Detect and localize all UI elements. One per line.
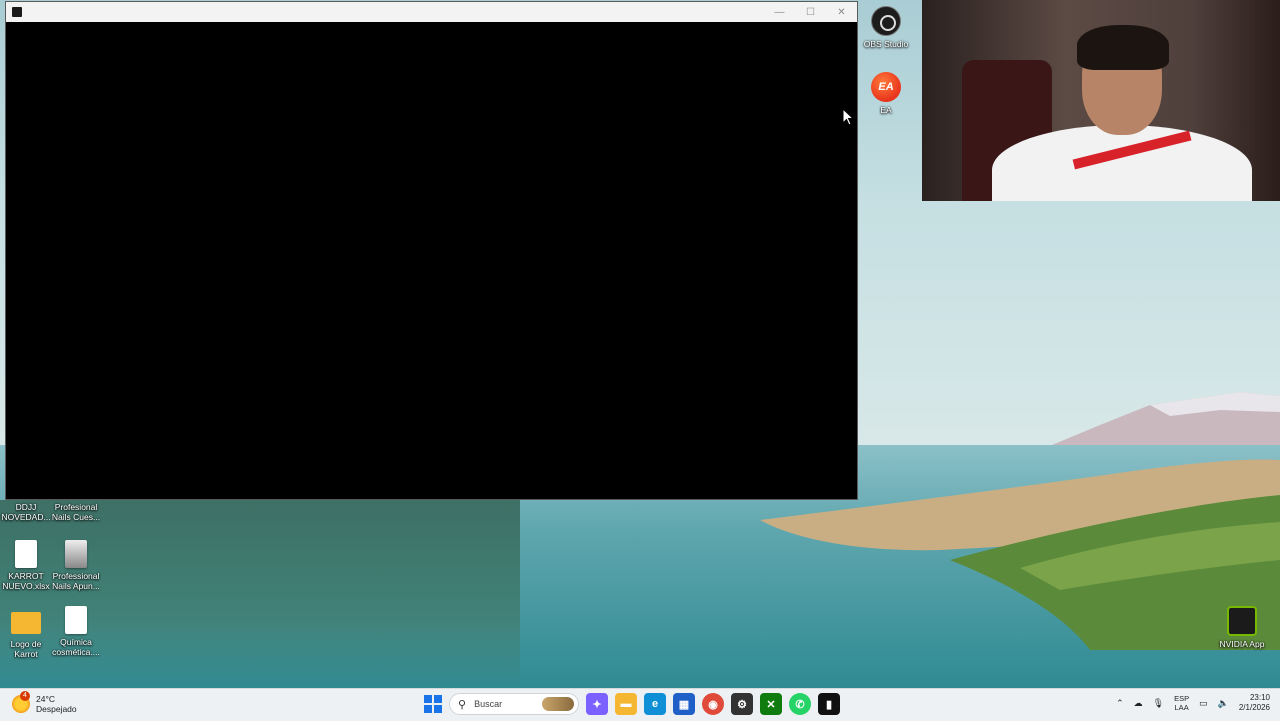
console-content-area[interactable]	[6, 22, 857, 499]
desktop-icon-label: NVIDIA App	[1219, 639, 1265, 649]
speaker-icon[interactable]: 🔈	[1218, 698, 1229, 709]
document-icon	[15, 540, 37, 568]
microsoft-store-icon[interactable]: ▦	[673, 693, 695, 715]
desktop-icon-nvidia-app[interactable]: NVIDIA App	[1214, 606, 1270, 649]
sun-icon: 4	[12, 691, 30, 713]
keyboard-layout: LAA	[1174, 703, 1189, 712]
document-icon	[65, 606, 87, 634]
xbox-glyph: ✕	[766, 698, 776, 711]
chevron-up-icon[interactable]: ⌃	[1116, 698, 1124, 709]
document-icon	[65, 540, 87, 568]
desktop-icon-ea[interactable]: EA EA	[860, 72, 912, 115]
taskbar: 4 24°C Despejado ⚲ Buscar ✦ ▬ e ▦ ◉ ⚙ ✕ …	[0, 688, 1280, 721]
mouse-cursor-icon	[842, 108, 854, 126]
console-app-taskbar-icon[interactable]: ▮	[818, 693, 840, 715]
desktop-icon-label: Professional Nails Apun...	[52, 571, 100, 591]
clock[interactable]: 23:10 2/1/2026	[1239, 693, 1270, 713]
desktop-icon-label: Logo de Karrot	[10, 639, 42, 659]
desktop-icon-label: OBS Studio	[863, 39, 909, 49]
desktop-icon-label: DDJJ NOVEDAD...	[1, 502, 51, 522]
desktop-icon-obs-studio[interactable]: OBS Studio	[860, 6, 912, 49]
weather-badge: 4	[20, 691, 30, 701]
console-app-icon	[12, 7, 22, 17]
search-highlight-image	[542, 697, 574, 711]
console-window[interactable]: — ☐ ✕	[5, 1, 858, 500]
desktop-icon-label: Química cosmética....	[52, 637, 100, 657]
desktop-icon-profesional-nails-cues[interactable]: Profesional Nails Cues...	[50, 502, 102, 522]
desktop-icon-label: Profesional Nails Cues...	[51, 502, 101, 522]
edge-icon[interactable]: e	[644, 693, 666, 715]
ea-icon: EA	[871, 72, 901, 102]
image-icon	[11, 612, 41, 634]
desktop-icon-professional-nails-apun[interactable]: Professional Nails Apun...	[50, 540, 102, 591]
desktop-icon-karrot-nuevo[interactable]: KARROT NUEVO.xlsx	[0, 540, 52, 591]
desktop-icon-logo-de-karrot[interactable]: Logo de Karrot	[0, 608, 52, 659]
whatsapp-glyph: ✆	[795, 698, 805, 711]
language-indicator[interactable]: ESP LAA	[1174, 694, 1189, 712]
webcam-hair	[1077, 25, 1169, 70]
desktop-icon-ddjj[interactable]: DDJJ NOVEDAD...	[0, 502, 52, 522]
search-placeholder: Buscar	[474, 699, 503, 709]
display-icon[interactable]: ▭	[1199, 698, 1208, 709]
system-tray: ⌃ ☁ 🎙 ESP LAA ▭ 🔈 23:10 2/1/2026	[1116, 693, 1270, 713]
language-code: ESP	[1174, 694, 1190, 703]
weather-condition: Despejado	[36, 704, 77, 714]
network-icon[interactable]: ☁	[1134, 698, 1143, 709]
close-button[interactable]: ✕	[826, 2, 857, 22]
copilot-icon[interactable]: ✦	[586, 693, 608, 715]
desktop-icon-label: KARROT NUEVO.xlsx	[2, 571, 50, 591]
steelseries-icon[interactable]: ⚙	[731, 693, 753, 715]
window-titlebar[interactable]: — ☐ ✕	[6, 2, 857, 22]
minimize-button[interactable]: —	[764, 2, 795, 22]
microphone-icon[interactable]: 🎙	[1153, 698, 1164, 709]
clock-time: 23:10	[1249, 693, 1270, 702]
webcam-overlay	[922, 0, 1280, 201]
whatsapp-icon[interactable]: ✆	[789, 693, 811, 715]
search-icon: ⚲	[458, 698, 467, 711]
start-button[interactable]	[424, 695, 442, 713]
clock-date: 2/1/2026	[1238, 703, 1270, 712]
chrome-icon[interactable]: ◉	[702, 693, 724, 715]
maximize-button[interactable]: ☐	[795, 2, 826, 22]
desktop-icon-quimica-cosmetica[interactable]: Química cosmética....	[50, 606, 102, 657]
taskbar-search[interactable]: ⚲ Buscar	[449, 693, 579, 715]
wallpaper-reflection	[0, 500, 520, 690]
weather-widget[interactable]: 4 24°C Despejado	[12, 691, 77, 714]
xbox-icon[interactable]: ✕	[760, 693, 782, 715]
obs-icon	[871, 6, 901, 36]
desktop-icon-label: EA	[880, 105, 892, 115]
file-explorer-icon[interactable]: ▬	[615, 693, 637, 715]
weather-temperature: 24°C	[36, 694, 55, 704]
nvidia-icon	[1227, 606, 1257, 636]
